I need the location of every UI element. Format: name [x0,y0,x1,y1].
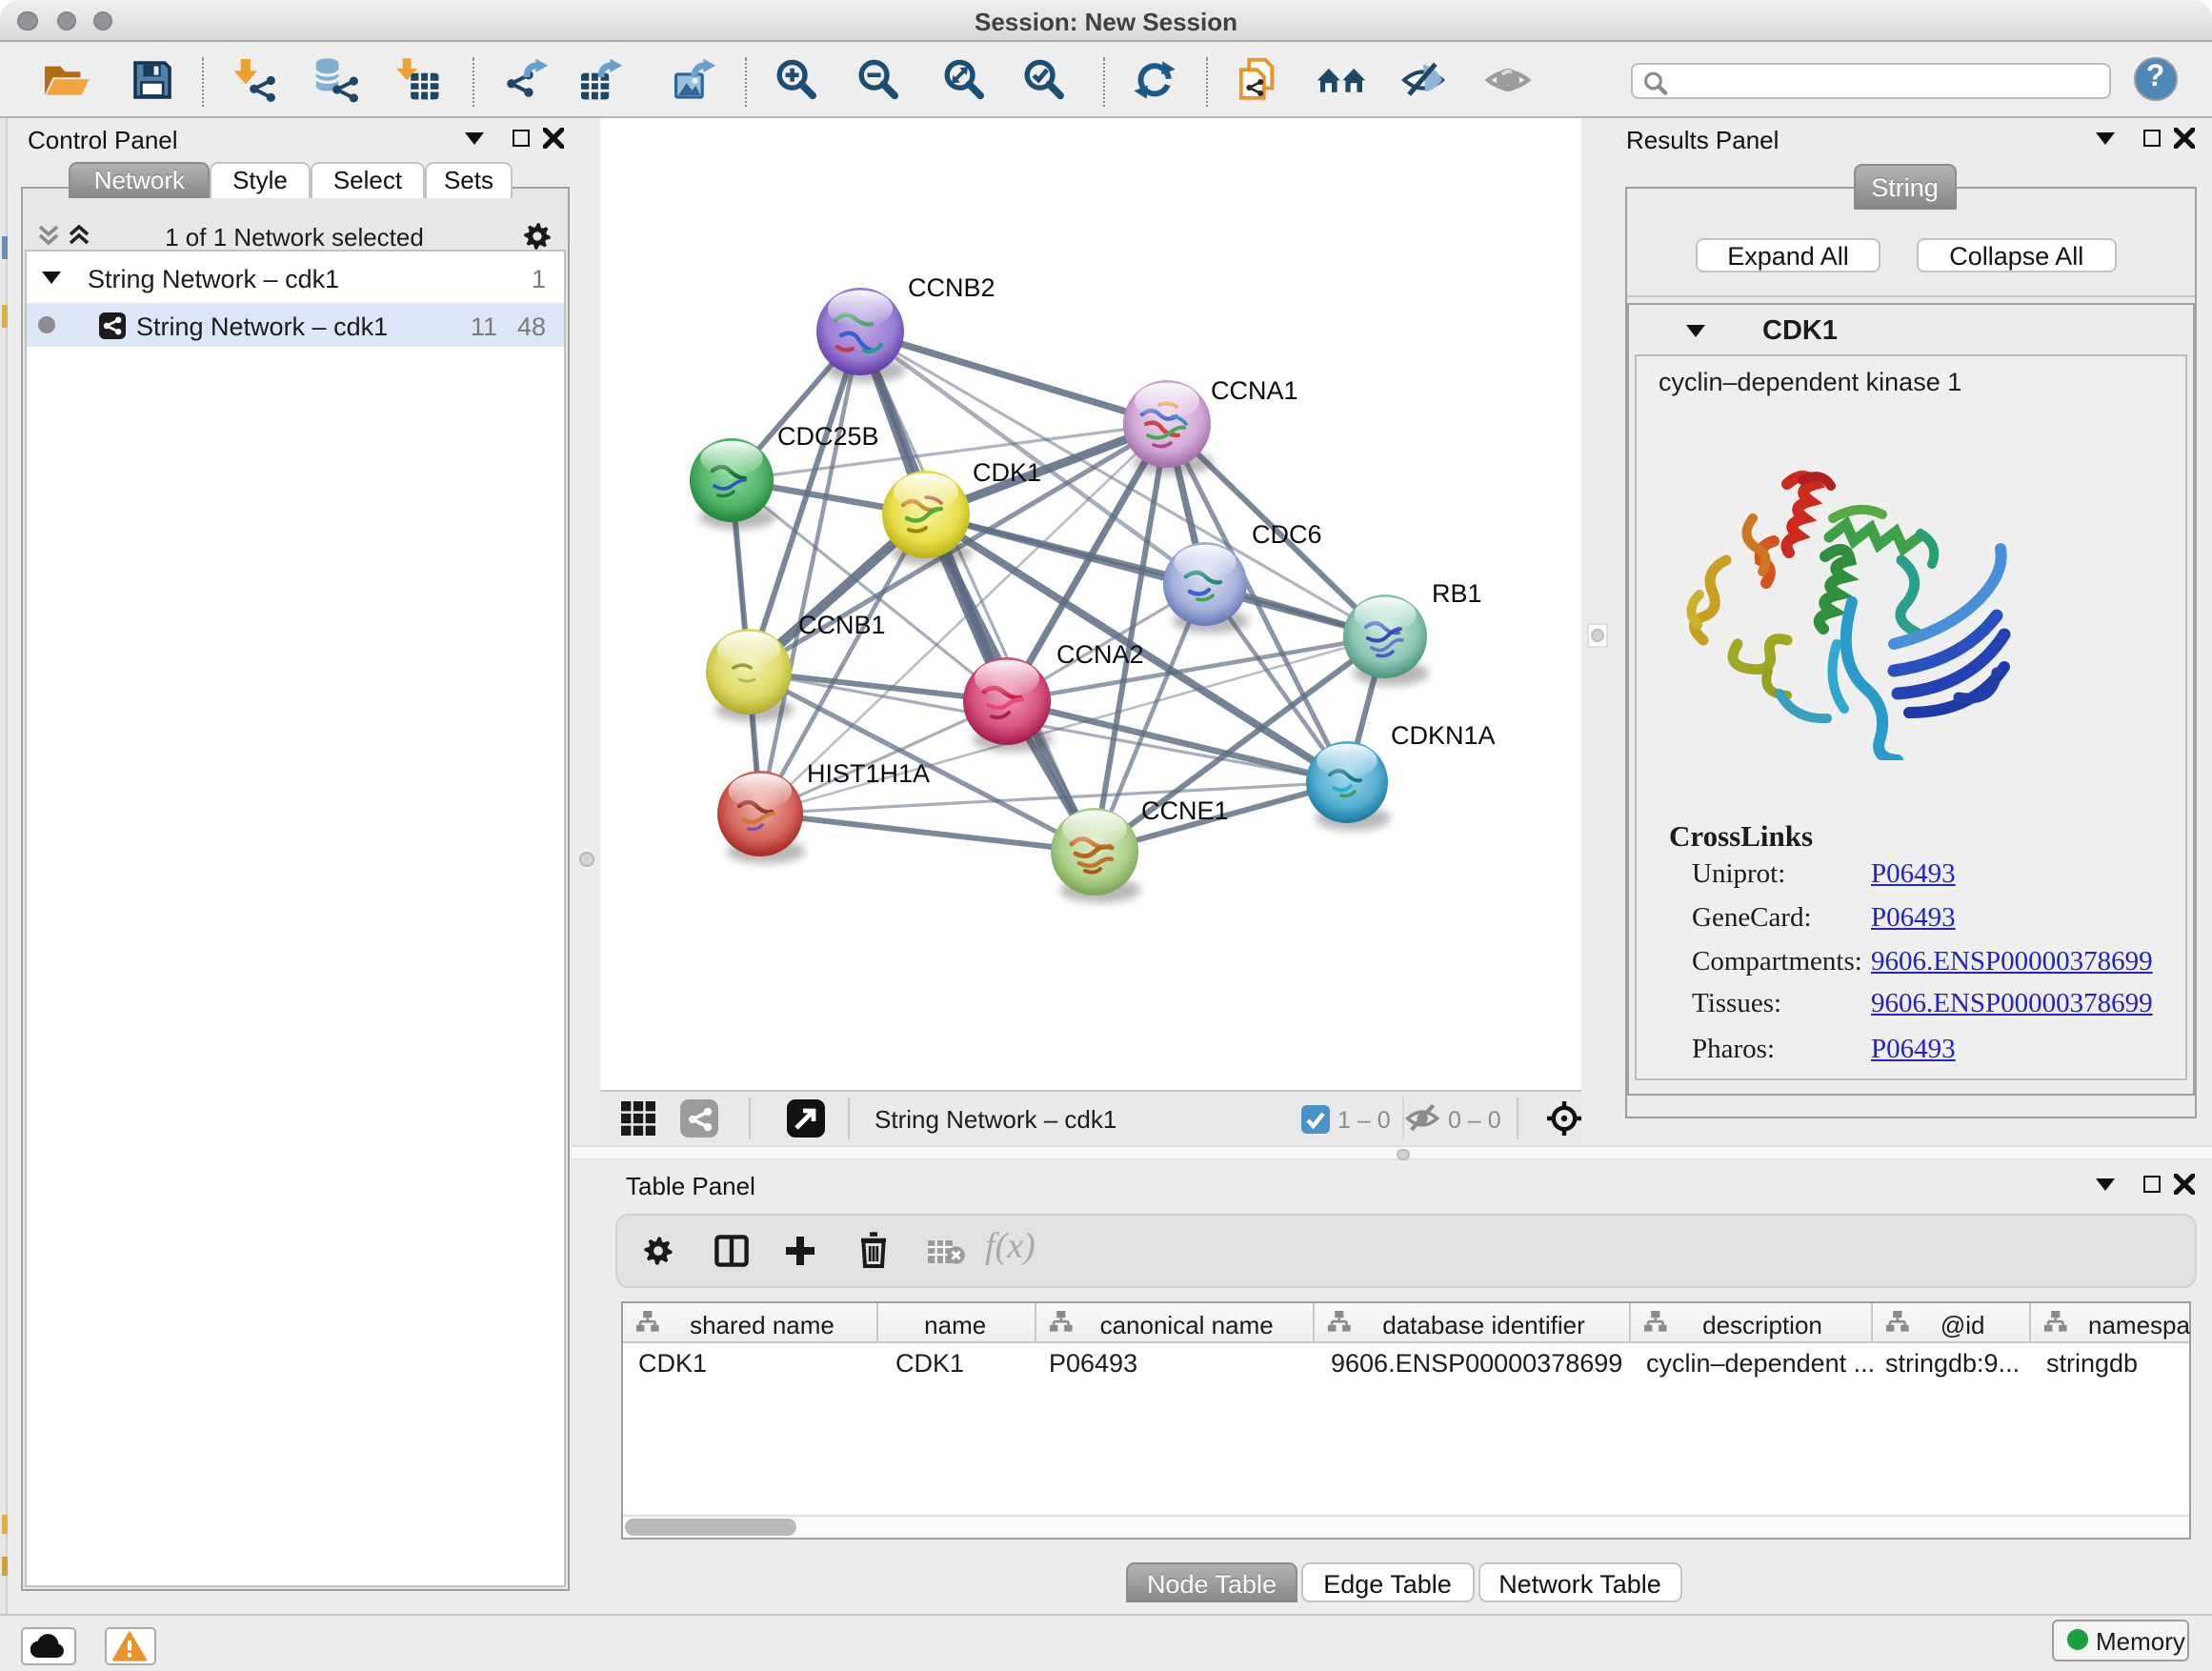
svg-text:CCNA1: CCNA1 [1211,376,1298,405]
svg-text:CDC6: CDC6 [1252,520,1322,549]
svg-text:CDK1: CDK1 [973,458,1041,487]
svg-text:CCNE1: CCNE1 [1141,796,1229,825]
svg-text:HIST1H1A: HIST1H1A [807,759,930,788]
svg-text:CDKN1A: CDKN1A [1391,721,1496,750]
svg-text:RB1: RB1 [1432,579,1482,608]
svg-text:CCNB1: CCNB1 [798,611,886,639]
svg-text:CCNB2: CCNB2 [908,273,995,302]
svg-text:CDC25B: CDC25B [777,422,879,451]
svg-text:CCNA2: CCNA2 [1056,640,1144,669]
